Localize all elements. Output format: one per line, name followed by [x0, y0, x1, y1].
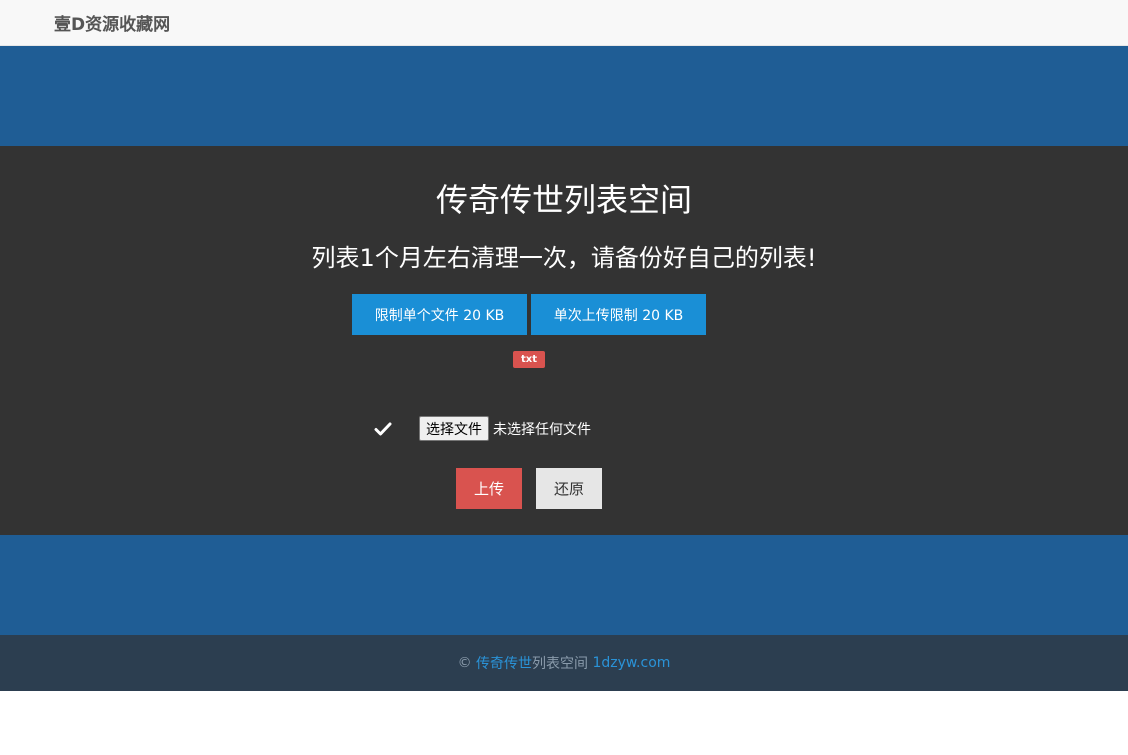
single-file-limit-label: 限制单个文件 20 KB — [352, 294, 527, 335]
upload-button[interactable]: 上传 — [456, 468, 522, 509]
file-type-badge: txt — [513, 351, 545, 368]
footer-domain-link[interactable]: 1dzyw.com — [592, 655, 670, 671]
reset-button[interactable]: 还原 — [536, 468, 602, 509]
copyright-symbol: © — [457, 655, 472, 671]
check-icon — [374, 420, 392, 438]
navbar: 壹D资源收藏网 — [0, 0, 1128, 46]
choose-file-button[interactable]: 选择文件 — [419, 416, 489, 441]
footer-site-suffix: 列表空间 — [532, 656, 589, 672]
upload-panel: 传奇传世列表空间 列表1个月左右清理一次，请备份好自己的列表! 限制单个文件 2… — [0, 146, 1128, 535]
footer: © 传奇传世 列表空间 1dzyw.com — [0, 635, 1128, 691]
form-actions: 上传 还原 — [456, 468, 602, 509]
page-title: 传奇传世列表空间 — [435, 181, 692, 219]
site-brand[interactable]: 壹D资源收藏网 — [54, 10, 170, 35]
top-banner — [0, 46, 1128, 146]
bottom-banner — [0, 535, 1128, 635]
file-status-text: 未选择任何文件 — [493, 421, 591, 438]
limit-badges: 限制单个文件 20 KB 单次上传限制 20 KB — [352, 294, 706, 335]
file-picker: 选择文件 未选择任何文件 — [419, 416, 591, 441]
batch-upload-limit-label: 单次上传限制 20 KB — [531, 294, 706, 335]
footer-site-link[interactable]: 传奇传世 — [476, 653, 532, 673]
cleanup-notice: 列表1个月左右清理一次，请备份好自己的列表! — [311, 244, 817, 272]
